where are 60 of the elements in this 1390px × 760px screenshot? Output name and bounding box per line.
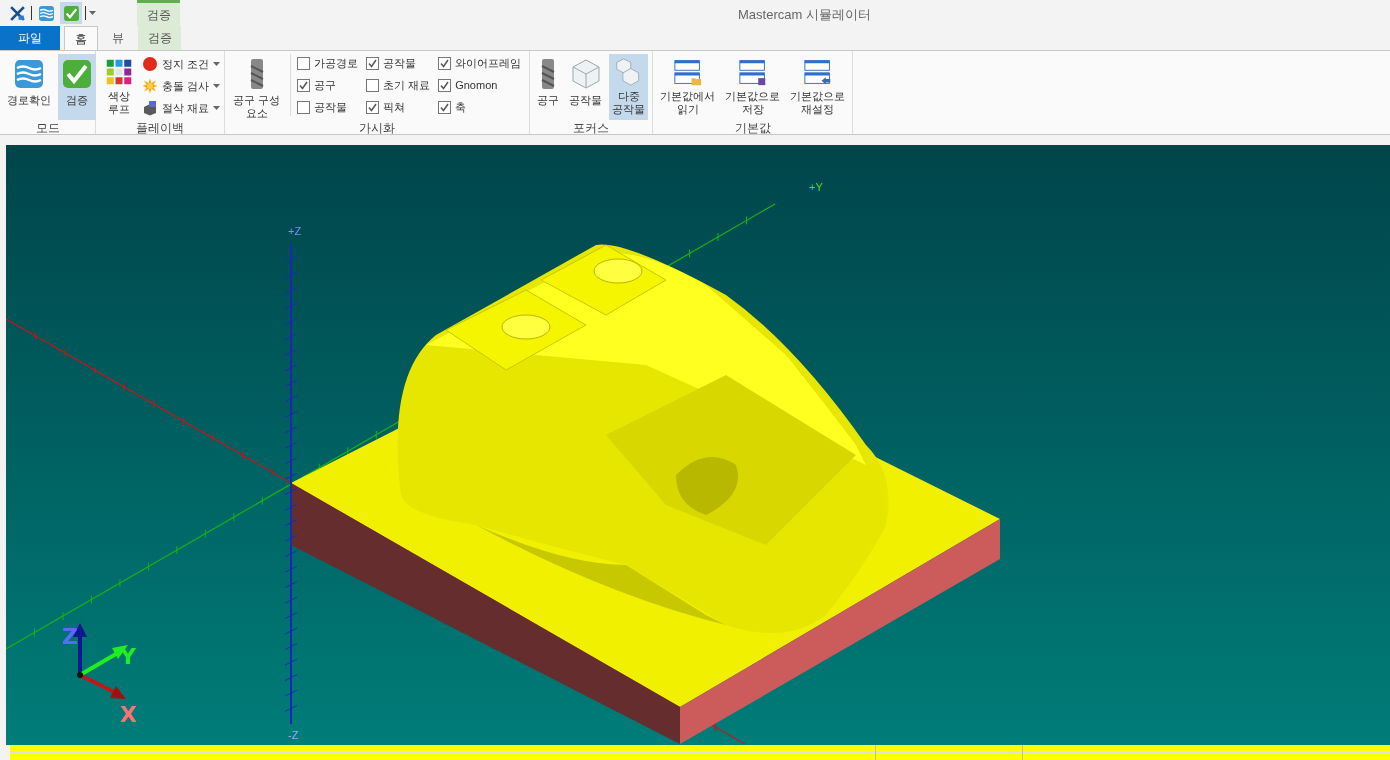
- group-label: 모드: [35, 120, 60, 136]
- ribbon-button[interactable]: 다중 공작물: [609, 54, 649, 120]
- visibility-checkbox[interactable]: 공작물: [297, 98, 363, 117]
- caret-icon: [89, 11, 96, 15]
- group-label: 포커스: [573, 120, 610, 136]
- group-label: 플레이백: [136, 120, 185, 136]
- group-label: 기본값: [734, 120, 771, 136]
- app-icon: [8, 4, 26, 22]
- visibility-checkbox[interactable]: 와이어프레임: [438, 54, 526, 73]
- ribbon-button[interactable]: 기본값에서 읽기: [657, 54, 719, 120]
- ribbon-button[interactable]: 검증: [58, 54, 96, 120]
- axis-label: +Y: [809, 181, 823, 194]
- contextual-group-label: 검증: [146, 6, 171, 24]
- check-icon: [62, 4, 80, 22]
- visibility-checkbox[interactable]: 초기 재료: [366, 76, 435, 95]
- caret-icon: [213, 106, 221, 110]
- check-icon: [440, 81, 450, 90]
- ribbon-tab[interactable]: 뷰: [98, 26, 138, 50]
- ribbon-button[interactable]: 공작물: [566, 54, 606, 120]
- visibility-checkbox[interactable]: 축: [438, 98, 526, 117]
- tool-icon: [541, 58, 556, 90]
- burst-icon: [142, 78, 158, 94]
- playback-menu-button[interactable]: 정지 조건: [142, 54, 221, 74]
- ribbon-tab[interactable]: 검증: [138, 26, 181, 50]
- check-icon: [368, 103, 378, 112]
- window-title: Mastercam 시뮬레이터: [738, 6, 871, 24]
- playback-menu-button[interactable]: 충돌 검사: [142, 76, 221, 96]
- ribbon-tab[interactable]: 홈: [64, 26, 98, 50]
- check-icon: [440, 103, 450, 112]
- check-icon: [61, 58, 93, 90]
- visibility-checkbox[interactable]: 픽쳐: [366, 98, 435, 117]
- group-label: 가시화: [359, 120, 396, 136]
- ribbon-tab[interactable]: 파일: [0, 26, 60, 50]
- ribbon-button[interactable]: 색상 루프: [100, 54, 138, 120]
- playback-menu-button[interactable]: 절삭 재료: [142, 98, 221, 118]
- visibility-checkbox[interactable]: 공구: [297, 76, 363, 95]
- axis-label: -Z: [288, 729, 299, 742]
- ribbon-button[interactable]: 공구: [534, 54, 563, 120]
- check-icon: [299, 81, 309, 90]
- visibility-checkbox[interactable]: 가공경로: [297, 54, 363, 73]
- ribbon-button[interactable]: 기본값으로 저장: [722, 54, 784, 120]
- ribbon-button[interactable]: 기본값으로 재설정: [787, 54, 849, 120]
- visibility-checkbox[interactable]: 공작물: [366, 54, 435, 73]
- waves-icon: [37, 4, 55, 22]
- visibility-checkbox[interactable]: Gnomon: [438, 76, 526, 95]
- end-mill-icon: [249, 58, 264, 90]
- stop-icon: [142, 56, 158, 72]
- check-icon: [440, 59, 450, 68]
- gnomon-label: Z: [62, 625, 78, 649]
- ribbon-button[interactable]: 경로확인: [4, 54, 54, 120]
- stock-icon: [142, 100, 158, 116]
- gnomon-label: X: [120, 703, 137, 727]
- cube-icon: [569, 58, 602, 90]
- caret-icon: [213, 62, 221, 66]
- tool-components-button[interactable]: 공구 구성 요소: [229, 54, 285, 120]
- waves-icon: [13, 58, 45, 90]
- caret-icon: [213, 84, 221, 88]
- check-icon: [368, 59, 378, 68]
- axis-label: +Z: [288, 225, 302, 238]
- folder-icon: [671, 58, 704, 86]
